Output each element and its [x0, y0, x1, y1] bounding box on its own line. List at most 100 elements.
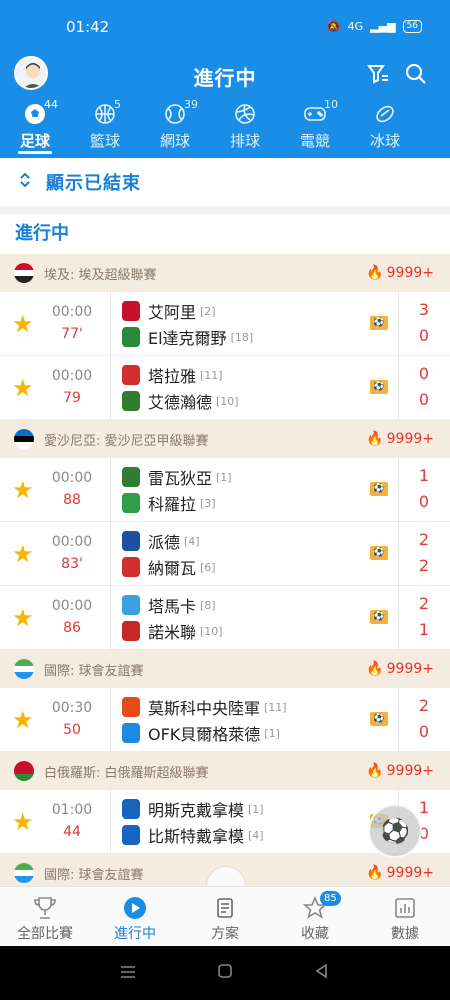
- away-team-rank: [4]: [248, 828, 264, 842]
- match-row[interactable]: ★ 00:00 79 塔拉雅 [11] 艾德瀚德 [10] ⚽ 0 0: [0, 356, 450, 420]
- away-team-rank: [10]: [200, 624, 223, 638]
- title-bar: 進行中: [0, 52, 450, 98]
- ball-kick-icon: ⚽: [380, 817, 410, 845]
- nav-label: 收藏: [301, 926, 329, 942]
- home-team-name: 派德: [148, 533, 181, 552]
- nav-trophy[interactable]: 全部比賽: [0, 887, 90, 946]
- tab-volleyball[interactable]: 排球: [210, 98, 280, 158]
- tab-soccer-ball[interactable]: 44 足球: [0, 98, 70, 158]
- favorite-star-icon[interactable]: ★: [12, 708, 36, 732]
- heat-indicator: 🔥 9999+: [366, 763, 434, 779]
- nav-play-circle[interactable]: 進行中: [90, 887, 180, 946]
- team-crest-icon: [122, 531, 140, 551]
- match-row[interactable]: ★ 00:00 83' 派德 [4] 納爾瓦 [6] ⚽ 2 2: [0, 522, 450, 586]
- lineup-icon[interactable]: ⚽: [370, 712, 388, 726]
- tab-label: 網球: [159, 132, 190, 150]
- search-icon[interactable]: [404, 62, 428, 90]
- favorite-star-icon[interactable]: ★: [12, 542, 36, 566]
- away-team-name: El達克爾野: [148, 329, 227, 348]
- match-row[interactable]: ★ 00:00 77' 艾阿里 [2] El達克爾野 [18] ⚽ 3 0: [0, 292, 450, 356]
- favorite-star-icon[interactable]: ★: [12, 376, 36, 400]
- league-header[interactable]: 埃及: 埃及超級聯賽 🔥 9999+: [0, 254, 450, 292]
- away-team-rank: [6]: [200, 560, 216, 574]
- match-row[interactable]: ★ 00:30 50 莫斯科中央陸軍 [11] OFK貝爾格萊德 [1] ⚽ 2…: [0, 688, 450, 752]
- match-row[interactable]: ★ 00:00 86 塔馬卡 [8] 諾米聯 [10] ⚽ 2 1: [0, 586, 450, 650]
- menu-icon[interactable]: [120, 964, 136, 983]
- home-score: 0: [418, 364, 430, 383]
- lineup-icon[interactable]: ⚽: [370, 316, 388, 330]
- status-time: 01:42: [66, 18, 110, 36]
- divider: [398, 356, 399, 419]
- match-list: 埃及: 埃及超級聯賽 🔥 9999+ ★ 00:00 77' 艾阿里 [2] El達…: [0, 254, 450, 892]
- lineup-icon[interactable]: ⚽: [370, 482, 388, 496]
- divider: [398, 292, 399, 355]
- team-crest-icon: [122, 723, 140, 743]
- back-icon[interactable]: [314, 963, 330, 983]
- document-icon: [180, 895, 270, 921]
- away-score: 0: [418, 326, 430, 345]
- favorite-star-icon[interactable]: ★: [12, 606, 36, 630]
- tab-basketball[interactable]: 5 籃球: [70, 98, 140, 158]
- away-team-name: 艾德瀚德: [148, 393, 213, 412]
- heat-indicator: 🔥 9999+: [366, 431, 434, 447]
- mute-icon: 🔕: [326, 20, 341, 33]
- home-score: 2: [418, 530, 430, 549]
- match-minute: 83': [61, 556, 83, 572]
- kickoff-time: 00:00: [51, 598, 93, 614]
- team-crest-icon: [122, 621, 140, 641]
- away-score: 2: [418, 556, 430, 575]
- bar-chart-icon: [360, 895, 450, 921]
- app-header: 01:42 🔕 4G ▂▄▆ 56 進行中 44 足球 5 籃球 39 網球 排…: [0, 0, 450, 158]
- league-header[interactable]: 白俄羅斯: 白俄羅斯超級聯賽 🔥 9999+: [0, 752, 450, 790]
- home-team: 塔拉雅 [11]: [122, 364, 223, 386]
- league-name: 白俄羅斯: 白俄羅斯超級聯賽: [44, 765, 209, 781]
- league-name: 埃及: 埃及超級聯賽: [44, 267, 157, 283]
- heat-indicator: 🔥 9999+: [366, 265, 434, 281]
- favorite-star-icon[interactable]: ★: [12, 312, 36, 336]
- star-outline-icon: [270, 895, 360, 921]
- heat-count: 9999+: [386, 431, 434, 447]
- match-row[interactable]: ★ 00:00 88 雷瓦狄亞 [1] 科羅拉 [3] ⚽ 1 0: [0, 458, 450, 522]
- tab-count: 5: [114, 98, 121, 111]
- league-header[interactable]: 愛沙尼亞: 愛沙尼亞甲級聯賽 🔥 9999+: [0, 420, 450, 458]
- league-header[interactable]: 國際: 球會友誼賽 🔥 9999+: [0, 650, 450, 688]
- filter-icon[interactable]: [366, 62, 390, 90]
- home-team: 明斯克戴拿模 [1]: [122, 798, 264, 820]
- lineup-icon[interactable]: ⚽: [370, 610, 388, 624]
- home-team: 塔馬卡 [8]: [122, 594, 216, 616]
- nav-bar-chart[interactable]: 數據: [360, 887, 450, 946]
- home-team-rank: [8]: [200, 598, 216, 612]
- lineup-icon[interactable]: ⚽: [370, 380, 388, 394]
- basketball-icon: [70, 102, 140, 126]
- match-minute: 86: [63, 620, 81, 636]
- home-team-name: 塔拉雅: [148, 367, 197, 386]
- favorite-star-icon[interactable]: ★: [12, 478, 36, 502]
- tab-tennis[interactable]: 39 網球: [140, 98, 210, 158]
- nav-document[interactable]: 方案: [180, 887, 270, 946]
- home-team-name: 明斯克戴拿模: [148, 801, 245, 820]
- nav-star-outline[interactable]: 收藏 85: [270, 887, 360, 946]
- away-team-name: 諾米聯: [148, 623, 197, 642]
- away-team-name: OFK貝爾格萊德: [148, 725, 261, 744]
- home-team-rank: [4]: [184, 534, 200, 548]
- away-team: OFK貝爾格萊德 [1]: [122, 722, 280, 744]
- home-team-name: 艾阿里: [148, 303, 197, 322]
- tab-count: 39: [184, 98, 198, 111]
- tab-count: 44: [44, 98, 58, 111]
- favorites-badge: 85: [320, 891, 341, 906]
- away-team: 科羅拉 [3]: [122, 492, 216, 514]
- tab-hockey-puck[interactable]: 冰球: [350, 98, 420, 158]
- show-finished-toggle[interactable]: 顯示已結束: [0, 158, 450, 206]
- fire-icon: 🔥: [366, 265, 384, 281]
- country-flag-icon: [14, 263, 34, 283]
- away-team-rank: [1]: [264, 726, 280, 740]
- lineup-icon[interactable]: ⚽: [370, 546, 388, 560]
- floating-action-button[interactable]: ⚽: [368, 804, 422, 858]
- fire-icon: 🔥: [366, 763, 384, 779]
- tab-gamepad[interactable]: 10 電競: [280, 98, 350, 158]
- home-team: 雷瓦狄亞 [1]: [122, 466, 232, 488]
- favorite-star-icon[interactable]: ★: [12, 810, 36, 834]
- home-team-rank: [2]: [200, 304, 216, 318]
- nav-label: 全部比賽: [17, 926, 73, 942]
- home-icon[interactable]: [217, 963, 233, 983]
